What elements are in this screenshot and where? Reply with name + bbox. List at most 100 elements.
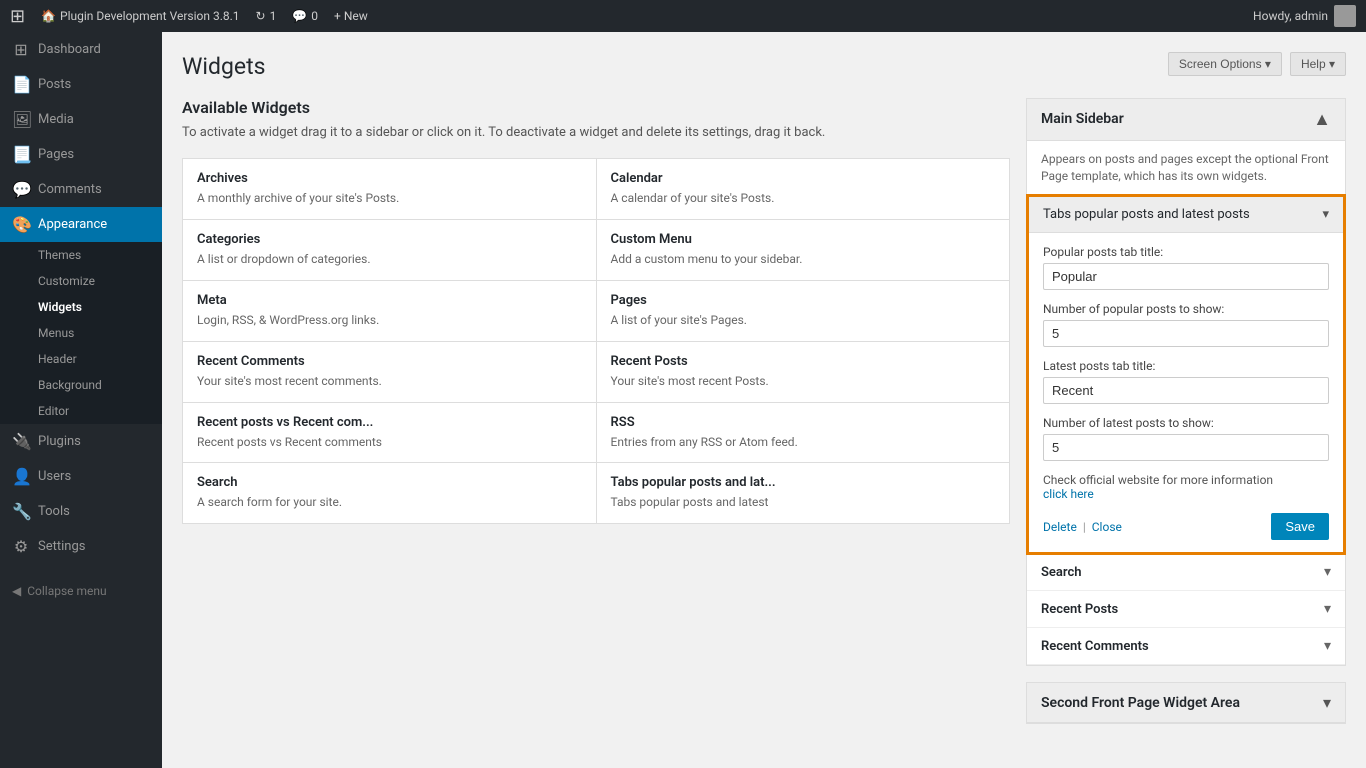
comments-link[interactable]: 💬 0 [292, 9, 318, 23]
page-header: Widgets Screen Options ▾ Help ▾ [182, 52, 1346, 82]
available-widgets-panel: Available Widgets To activate a widget d… [182, 98, 1010, 524]
widget-calendar[interactable]: Calendar A calendar of your site's Posts… [597, 159, 1010, 219]
settings-icon: ⚙ [12, 537, 30, 556]
popular-count-input[interactable] [1043, 320, 1329, 347]
users-icon: 👤 [12, 467, 30, 486]
media-icon: 🖼 [12, 110, 30, 129]
widget-tabs-popular[interactable]: Tabs popular posts and lat... Tabs popul… [597, 463, 1010, 523]
main-content: Widgets Screen Options ▾ Help ▾ Availabl… [162, 32, 1366, 768]
screen-options-button[interactable]: Screen Options ▾ [1168, 52, 1282, 76]
widget-pages[interactable]: Pages A list of your site's Pages. [597, 281, 1010, 341]
sidebar-item-themes[interactable]: Themes [0, 242, 162, 268]
widget-recent-posts-vs[interactable]: Recent posts vs Recent com... Recent pos… [183, 403, 596, 463]
widget-actions: Delete | Close Save [1043, 513, 1329, 540]
widget-grid: Archives A monthly archive of your site'… [182, 158, 1010, 524]
search-widget-header[interactable]: Search ▾ [1027, 554, 1345, 590]
close-link[interactable]: Close [1092, 520, 1122, 534]
action-separator: | [1083, 520, 1086, 534]
sidebar-item-comments[interactable]: 💬 Comments [0, 172, 162, 207]
popular-count-field: Number of popular posts to show: [1043, 302, 1329, 347]
collapse-menu-button[interactable]: ◀ Collapse menu [0, 574, 162, 608]
recent-comments-widget-title: Recent Comments [1041, 639, 1149, 654]
popular-count-label: Number of popular posts to show: [1043, 302, 1329, 316]
admin-menu: ⊞ Dashboard 📄 Posts 🖼 Media 📃 Pages 💬 Co… [0, 32, 162, 768]
posts-icon: 📄 [12, 75, 30, 94]
recent-posts-widget-header[interactable]: Recent Posts ▾ [1027, 591, 1345, 627]
sidebar-item-dashboard[interactable]: ⊞ Dashboard [0, 32, 162, 67]
sidebar-item-tools[interactable]: 🔧 Tools [0, 494, 162, 529]
available-widgets-title: Available Widgets [182, 98, 1010, 117]
appearance-submenu: Themes Customize Widgets Menus Header Ba… [0, 242, 162, 424]
second-sidebar-header[interactable]: Second Front Page Widget Area ▾ [1027, 683, 1345, 723]
latest-count-label: Number of latest posts to show: [1043, 416, 1329, 430]
popular-tab-title-label: Popular posts tab title: [1043, 245, 1329, 259]
sidebar-item-header[interactable]: Header [0, 346, 162, 372]
widget-custom-menu[interactable]: Custom Menu Add a custom menu to your si… [597, 220, 1010, 280]
popular-tab-title-input[interactable] [1043, 263, 1329, 290]
second-sidebar-arrow-icon[interactable]: ▾ [1323, 693, 1331, 712]
expanded-widget-toggle-icon[interactable]: ▾ [1322, 207, 1329, 222]
widget-meta[interactable]: Meta Login, RSS, & WordPress.org links. [183, 281, 596, 341]
dashboard-icon: ⊞ [12, 40, 30, 59]
delete-link[interactable]: Delete [1043, 520, 1077, 534]
appearance-icon: 🎨 [12, 215, 30, 234]
widget-archives[interactable]: Archives A monthly archive of your site'… [183, 159, 596, 219]
pages-icon: 📃 [12, 145, 30, 164]
wp-logo-icon[interactable]: ⊞ [10, 6, 25, 27]
sidebar-item-background[interactable]: Background [0, 372, 162, 398]
sidebar-item-appearance[interactable]: 🎨 Appearance [0, 207, 162, 242]
main-sidebar-title: Main Sidebar [1041, 111, 1124, 127]
widget-info: Check official website for more informat… [1043, 473, 1329, 501]
sidebar-item-menus[interactable]: Menus [0, 320, 162, 346]
sidebar-item-customize[interactable]: Customize [0, 268, 162, 294]
collapse-arrow-icon: ◀ [12, 584, 21, 598]
updates-link[interactable]: ↻ 1 [256, 9, 277, 23]
latest-count-field: Number of latest posts to show: [1043, 416, 1329, 461]
available-widgets-desc: To activate a widget drag it to a sideba… [182, 123, 1010, 143]
main-sidebar-toggle-icon[interactable]: ▲ [1313, 109, 1331, 130]
comments-icon: 💬 [12, 180, 30, 199]
sidebar-item-users[interactable]: 👤 Users [0, 459, 162, 494]
sidebars-area: Main Sidebar ▲ Appears on posts and page… [1026, 98, 1346, 725]
latest-tab-title-field: Latest posts tab title: [1043, 359, 1329, 404]
latest-count-input[interactable] [1043, 434, 1329, 461]
widget-categories[interactable]: Categories A list or dropdown of categor… [183, 220, 596, 280]
main-sidebar-header[interactable]: Main Sidebar ▲ [1027, 99, 1345, 141]
widget-search[interactable]: Search A search form for your site. [183, 463, 596, 523]
sidebar-item-widgets[interactable]: Widgets [0, 294, 162, 320]
second-sidebar-title: Second Front Page Widget Area [1041, 695, 1240, 711]
avatar [1334, 5, 1356, 27]
recent-comments-widget-header[interactable]: Recent Comments ▾ [1027, 628, 1345, 664]
sidebar-item-settings[interactable]: ⚙ Settings [0, 529, 162, 564]
second-sidebar-panel: Second Front Page Widget Area ▾ [1026, 682, 1346, 724]
new-content-link[interactable]: + New [334, 9, 368, 23]
site-name-link[interactable]: 🏠 Plugin Development Version 3.8.1 [41, 9, 239, 23]
click-here-link[interactable]: click here [1043, 487, 1094, 501]
header-buttons: Screen Options ▾ Help ▾ [1168, 52, 1346, 76]
expanded-widget-body: Popular posts tab title: Number of popul… [1029, 233, 1343, 552]
tabs-popular-widget-expanded: Tabs popular posts and latest posts ▾ Po… [1026, 194, 1346, 555]
page-title: Widgets [182, 52, 265, 82]
widget-rss[interactable]: RSS Entries from any RSS or Atom feed. [597, 403, 1010, 463]
search-widget-arrow-icon[interactable]: ▾ [1324, 564, 1331, 580]
recent-comments-widget-arrow-icon[interactable]: ▾ [1324, 638, 1331, 654]
expanded-widget-header[interactable]: Tabs popular posts and latest posts ▾ [1029, 197, 1343, 233]
recent-comments-sidebar-widget: Recent Comments ▾ [1027, 628, 1345, 665]
widget-action-links: Delete | Close [1043, 520, 1122, 534]
sidebar-item-editor[interactable]: Editor [0, 398, 162, 424]
widget-recent-posts[interactable]: Recent Posts Your site's most recent Pos… [597, 342, 1010, 402]
recent-posts-widget-arrow-icon[interactable]: ▾ [1324, 601, 1331, 617]
sidebar-item-media[interactable]: 🖼 Media [0, 102, 162, 137]
main-sidebar-panel: Main Sidebar ▲ Appears on posts and page… [1026, 98, 1346, 667]
howdy-menu[interactable]: Howdy, admin [1253, 5, 1356, 27]
widget-recent-comments[interactable]: Recent Comments Your site's most recent … [183, 342, 596, 402]
sidebar-item-posts[interactable]: 📄 Posts [0, 67, 162, 102]
save-button[interactable]: Save [1271, 513, 1329, 540]
tools-icon: 🔧 [12, 502, 30, 521]
sidebar-item-plugins[interactable]: 🔌 Plugins [0, 424, 162, 459]
help-button[interactable]: Help ▾ [1290, 52, 1346, 76]
widgets-layout: Available Widgets To activate a widget d… [182, 98, 1346, 725]
sidebar-item-pages[interactable]: 📃 Pages [0, 137, 162, 172]
latest-tab-title-input[interactable] [1043, 377, 1329, 404]
popular-tab-title-field: Popular posts tab title: [1043, 245, 1329, 290]
